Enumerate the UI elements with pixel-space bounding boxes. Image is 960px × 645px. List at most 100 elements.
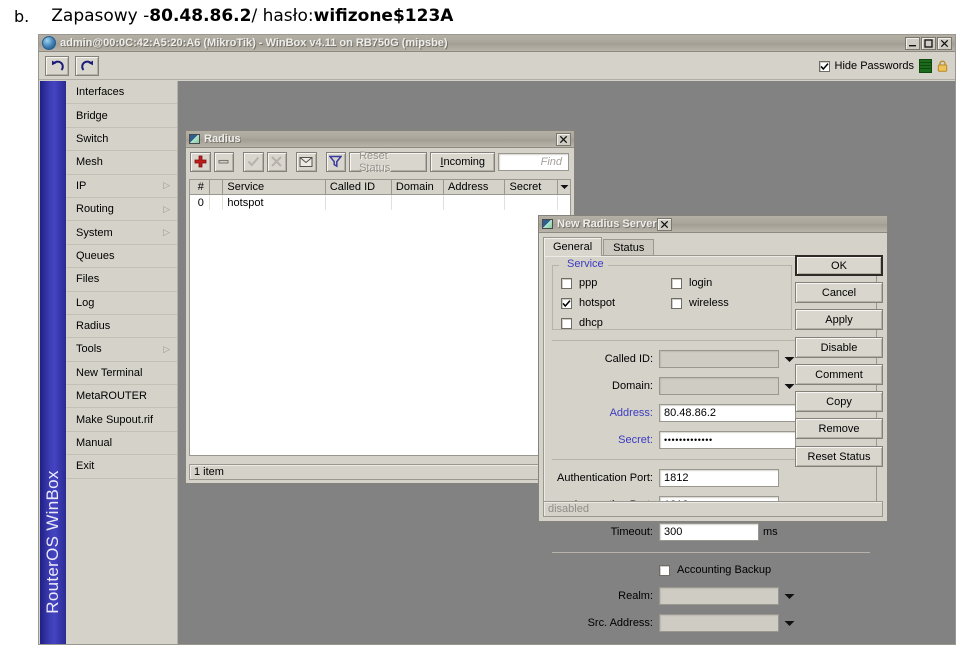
src-address-dropdown-button[interactable] — [782, 614, 797, 632]
column-header-secret[interactable]: Secret — [505, 180, 559, 194]
domain-row: Domain: — [552, 377, 797, 395]
sidebar-item-manual[interactable]: Manual — [66, 432, 177, 456]
sidebar-item-new-terminal[interactable]: New Terminal — [66, 362, 177, 386]
table-row[interactable]: 0 hotspot — [190, 195, 570, 210]
sidebar-item-switch[interactable]: Switch — [66, 128, 177, 152]
sidebar-item-radius[interactable]: Radius — [66, 315, 177, 339]
reset-status-button[interactable]: Reset Status — [795, 446, 883, 467]
login-checkbox[interactable] — [671, 277, 682, 289]
authentication-port-input[interactable]: 1812 — [659, 469, 779, 487]
service-ppp-row[interactable]: ppp — [561, 273, 615, 293]
reset-status-button[interactable]: Reset Status — [349, 150, 428, 174]
hide-passwords-checkbox[interactable] — [818, 60, 830, 72]
remove-button[interactable] — [213, 151, 235, 172]
sidebar-item-ip[interactable]: IP ▷ — [66, 175, 177, 198]
service-hotspot-row[interactable]: hotspot — [561, 293, 615, 313]
column-chooser-button[interactable] — [558, 180, 570, 194]
heading-text-prefix: Zapasowy - — [51, 6, 150, 26]
tab-general[interactable]: General — [543, 237, 603, 256]
sidebar-item-bridge[interactable]: Bridge — [66, 104, 177, 128]
table-header-row: # Service Called ID Domain Address Secre… — [190, 180, 570, 195]
disable-button[interactable]: Disable — [795, 337, 883, 358]
undo-button[interactable] — [45, 56, 69, 76]
service-login-row[interactable]: login — [671, 273, 729, 293]
sidebar-item-metarouter[interactable]: MetaROUTER — [66, 385, 177, 409]
sidebar-item-log[interactable]: Log — [66, 292, 177, 315]
column-header-address[interactable]: Address — [444, 180, 506, 194]
gold-padlock-icon[interactable] — [937, 60, 948, 72]
realm-input[interactable] — [659, 587, 779, 605]
radius-window-titlebar[interactable]: Radius — [186, 131, 574, 148]
service-dhcp-row[interactable]: dhcp — [561, 313, 615, 333]
wireless-checkbox[interactable] — [671, 297, 682, 309]
src-address-input[interactable] — [659, 614, 779, 632]
column-header-service[interactable]: Service — [223, 180, 326, 194]
green-bars-icon[interactable] — [919, 59, 932, 73]
enable-button[interactable] — [243, 151, 264, 172]
hide-passwords-group[interactable]: Hide Passwords — [818, 59, 948, 73]
undo-arrow-icon — [51, 60, 64, 71]
sidebar-item-exit[interactable]: Exit — [66, 455, 177, 479]
secret-input[interactable]: ••••••••••••• — [659, 431, 796, 449]
minimize-button[interactable] — [905, 36, 920, 50]
add-button[interactable] — [190, 151, 211, 172]
sidebar-item-files[interactable]: Files — [66, 268, 177, 292]
accounting-backup-checkbox[interactable] — [659, 564, 670, 576]
sidebar-item-routing[interactable]: Routing ▷ — [66, 198, 177, 222]
accounting-backup-row[interactable]: Accounting Backup — [659, 561, 771, 579]
realm-dropdown-button[interactable] — [782, 587, 797, 605]
radius-close-button[interactable] — [556, 132, 571, 146]
sidebar-item-label: Switch — [76, 132, 109, 145]
close-button[interactable] — [937, 36, 952, 50]
remove-button[interactable]: Remove — [795, 418, 883, 439]
incoming-button[interactable]: Incoming — [430, 151, 496, 172]
sidebar-item-queues[interactable]: Queues — [66, 245, 177, 269]
dhcp-checkbox[interactable] — [561, 317, 572, 329]
called-id-input[interactable] — [659, 350, 779, 368]
sidebar-item-tools[interactable]: Tools ▷ — [66, 338, 177, 362]
hotspot-label: hotspot — [579, 297, 616, 309]
screenshot-root: b. Zapasowy - 80.48.86.2 / hasło: wifizo… — [0, 0, 960, 645]
find-input[interactable]: Find — [498, 152, 569, 171]
timeout-input[interactable]: 300 — [659, 523, 759, 541]
comment-button[interactable]: Comment — [795, 364, 883, 385]
dhcp-label: dhcp — [579, 317, 603, 329]
service-wireless-row[interactable]: wireless — [671, 293, 729, 313]
comment-button[interactable] — [296, 151, 317, 172]
radius-window: Radius Reset Status I ncoming Find # Ser… — [185, 130, 575, 484]
sidebar-item-interfaces[interactable]: Interfaces — [66, 81, 177, 105]
column-header-called-id[interactable]: Called ID — [326, 180, 392, 194]
disable-button[interactable] — [266, 151, 288, 172]
domain-input[interactable] — [659, 377, 779, 395]
ppp-checkbox[interactable] — [561, 277, 572, 289]
winbox-titlebar[interactable]: admin@00:0C:42:A5:20:A6 (MikroTik) - Win… — [39, 35, 955, 52]
sidebar-item-label: Files — [76, 273, 100, 286]
column-header-flag[interactable] — [210, 180, 224, 194]
winbox-toolbar: Hide Passwords — [39, 53, 955, 80]
hotspot-checkbox[interactable] — [561, 297, 572, 309]
apply-button[interactable]: Apply — [795, 309, 883, 330]
column-header-num[interactable]: # — [190, 180, 210, 194]
winbox-title: admin@00:0C:42:A5:20:A6 (MikroTik) - Win… — [60, 37, 448, 49]
cancel-button[interactable]: Cancel — [795, 282, 883, 303]
redo-button[interactable] — [75, 56, 99, 76]
heading-password: wifizone$123A — [313, 6, 454, 26]
sidebar-item-mesh[interactable]: Mesh — [66, 151, 177, 175]
sidebar-item-make-supout[interactable]: Make Supout.rif — [66, 408, 177, 432]
sidebar-item-label: IP — [76, 179, 87, 192]
maximize-button[interactable] — [921, 36, 936, 50]
sidebar-item-system[interactable]: System ▷ — [66, 221, 177, 245]
reset-status-label: Reset Status — [807, 450, 871, 463]
address-input[interactable]: 80.48.86.2 — [659, 404, 796, 422]
address-row: Address: 80.48.86.2 — [552, 404, 796, 422]
column-header-domain[interactable]: Domain — [392, 180, 445, 194]
dialog-close-button[interactable] — [656, 217, 672, 231]
tab-status[interactable]: Status — [603, 239, 655, 256]
filter-button[interactable] — [325, 151, 347, 172]
radius-item-count: 1 item — [194, 466, 224, 478]
called-id-row: Called ID: — [552, 350, 797, 368]
copy-button[interactable]: Copy — [795, 391, 883, 412]
dialog-titlebar[interactable]: New Radius Server — [539, 216, 887, 233]
disable-label: Disable — [820, 341, 858, 354]
ok-button[interactable]: OK — [795, 255, 883, 276]
